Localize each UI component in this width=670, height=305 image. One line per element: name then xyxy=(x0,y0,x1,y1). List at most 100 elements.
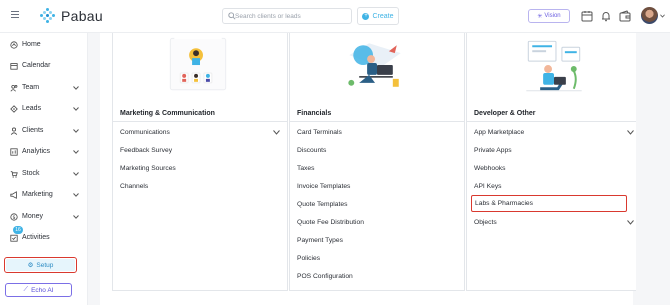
sidebar-item-leads[interactable]: Leads xyxy=(0,100,88,118)
sidebar-item-label: Analytics xyxy=(22,148,51,155)
chevron-down-icon[interactable] xyxy=(627,220,634,225)
search-box[interactable] xyxy=(222,8,352,24)
setup-label: Setup xyxy=(36,261,54,269)
menu-icon[interactable] xyxy=(11,11,19,19)
link-api-keys[interactable]: API Keys xyxy=(474,179,636,193)
sparkle-icon: ✳ xyxy=(537,13,543,20)
team-icon xyxy=(10,84,18,92)
sidebar-item-label: Clients xyxy=(22,127,44,134)
link-label: Payment Types xyxy=(297,236,343,244)
link-label: Marketing Sources xyxy=(120,164,176,172)
sidebar-item-label: Calendar xyxy=(22,62,51,69)
section-title: Developer & Other xyxy=(474,110,536,117)
home-icon xyxy=(10,41,18,49)
gear-icon: ⚙ xyxy=(27,262,34,269)
link-discounts[interactable]: Discounts xyxy=(297,143,459,157)
link-label: Objects xyxy=(474,218,497,226)
developer-illustration xyxy=(526,40,582,92)
link-card-terminals[interactable]: Card Terminals xyxy=(297,125,459,139)
user-avatar[interactable] xyxy=(641,7,658,24)
sidebar-item-activities[interactable]: 16 Activities xyxy=(0,226,88,247)
sidebar-item-money[interactable]: $ Money xyxy=(0,208,88,226)
setup-content: Marketing & Communication Communications… xyxy=(100,33,642,305)
chevron-down-icon xyxy=(73,150,79,154)
sidebar-item-stock[interactable]: Stock xyxy=(0,165,88,183)
link-label: Quote Templates xyxy=(297,200,348,208)
chevron-down-icon xyxy=(73,129,79,133)
sidebar-item-label: Home xyxy=(22,41,41,48)
sidebar-item-marketing[interactable]: Marketing xyxy=(0,186,88,204)
chevron-down-icon xyxy=(73,172,79,176)
top-bar: Pabau + Create ✳ Vision xyxy=(0,0,670,33)
link-feedback-survey[interactable]: Feedback Survey xyxy=(120,143,282,157)
create-button[interactable]: + Create xyxy=(357,7,399,25)
vision-label: Vision xyxy=(544,13,561,19)
chevron-down-icon[interactable] xyxy=(627,130,634,135)
link-payment-types[interactable]: Payment Types xyxy=(297,233,459,247)
link-invoice-templates[interactable]: Invoice Templates xyxy=(297,179,459,193)
link-webhooks[interactable]: Webhooks xyxy=(474,161,636,175)
brand-logo[interactable]: Pabau xyxy=(40,8,103,24)
link-app-marketplace[interactable]: App Marketplace xyxy=(474,125,636,139)
sidebar-item-team[interactable]: Team xyxy=(0,79,88,97)
link-label: Taxes xyxy=(297,164,315,172)
link-pos-configuration[interactable]: POS Configuration xyxy=(297,269,459,283)
section-financials: Financials Card Terminals Discounts Taxe… xyxy=(289,33,465,291)
stock-icon xyxy=(10,171,18,178)
link-label: Channels xyxy=(120,182,149,190)
bell-icon[interactable] xyxy=(600,10,612,22)
link-label: Card Terminals xyxy=(297,128,342,136)
link-taxes[interactable]: Taxes xyxy=(297,161,459,175)
link-quote-fee-distribution[interactable]: Quote Fee Distribution xyxy=(297,215,459,229)
section-divider xyxy=(467,121,641,122)
financials-illustration xyxy=(348,43,401,87)
link-label: Policies xyxy=(297,254,321,262)
link-channels[interactable]: Channels xyxy=(120,179,282,193)
vision-button[interactable]: ✳ Vision xyxy=(528,9,570,23)
chevron-down-icon xyxy=(73,107,79,111)
pabau-logo-icon xyxy=(40,8,56,24)
sidebar-item-label: Stock xyxy=(22,170,40,177)
sidebar-item-analytics[interactable]: Analytics xyxy=(0,143,88,161)
chevron-down-icon[interactable] xyxy=(660,14,665,18)
section-divider xyxy=(290,121,464,122)
setup-button[interactable]: ⚙ Setup xyxy=(4,257,77,273)
create-label: Create xyxy=(372,12,394,20)
calendar-icon[interactable] xyxy=(581,10,593,22)
section-title: Marketing & Communication xyxy=(120,110,215,117)
sidebar-item-home[interactable]: Home xyxy=(0,36,88,54)
link-label: API Keys xyxy=(474,182,502,190)
analytics-icon xyxy=(10,148,18,156)
search-input[interactable] xyxy=(235,9,349,23)
link-label: Feedback Survey xyxy=(120,146,173,154)
link-private-apps[interactable]: Private Apps xyxy=(474,143,636,157)
section-divider xyxy=(113,121,287,122)
link-policies[interactable]: Policies xyxy=(297,251,459,265)
chevron-down-icon xyxy=(73,86,79,90)
sidebar-item-clients[interactable]: Clients xyxy=(0,122,88,140)
link-label: Labs & Pharmacies xyxy=(475,200,533,207)
calendar-icon xyxy=(10,63,18,70)
marketing-icon xyxy=(10,191,17,199)
sparkle-icon: ⟋ xyxy=(23,286,29,293)
echo-ai-label: Echo AI xyxy=(31,286,54,294)
link-quote-templates[interactable]: Quote Templates xyxy=(297,197,459,211)
chevron-down-icon xyxy=(73,215,79,219)
link-label: Private Apps xyxy=(474,146,512,154)
sidebar-item-calendar[interactable]: Calendar xyxy=(0,57,88,75)
link-communications[interactable]: Communications xyxy=(120,125,282,139)
page-scroll-area xyxy=(636,33,670,305)
echo-ai-button[interactable]: ⟋ Echo AI xyxy=(5,283,72,297)
chevron-down-icon xyxy=(73,193,79,197)
link-objects[interactable]: Objects xyxy=(474,215,636,229)
chevron-down-icon[interactable] xyxy=(273,130,280,135)
money-icon: $ xyxy=(10,213,18,221)
brand-name: Pabau xyxy=(61,8,103,24)
sidebar-item-label: Marketing xyxy=(22,191,53,198)
marketing-illustration xyxy=(169,37,227,91)
sidebar-item-label: Activities xyxy=(22,234,50,241)
link-labs-pharmacies[interactable]: Labs & Pharmacies xyxy=(471,195,627,212)
link-label: App Marketplace xyxy=(474,128,525,136)
link-marketing-sources[interactable]: Marketing Sources xyxy=(120,161,282,175)
wallet-icon[interactable] xyxy=(619,10,631,22)
